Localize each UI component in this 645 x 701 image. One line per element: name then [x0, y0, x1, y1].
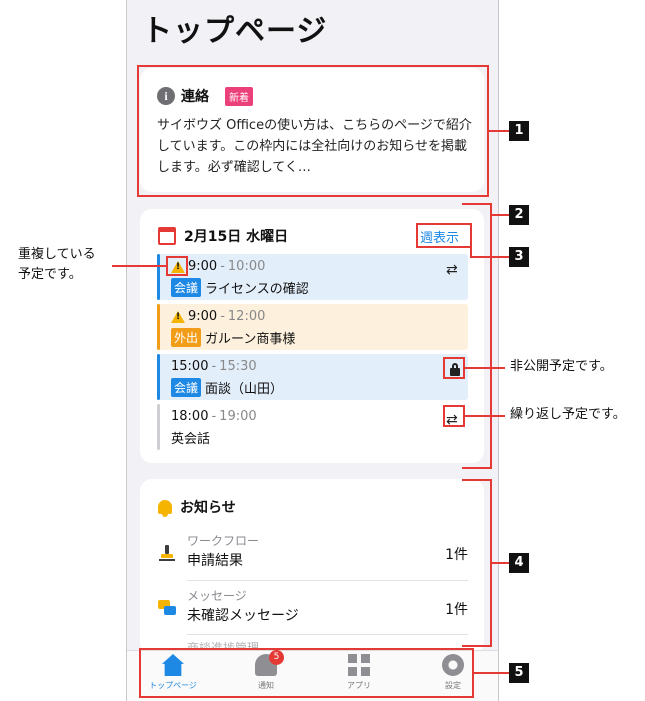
event-category: 会議: [171, 278, 202, 297]
schedule-date-row: 2月15日 水曜日: [158, 226, 288, 246]
schedule-event[interactable]: 18:00 - 19:00 英会話 ⇄: [157, 404, 468, 450]
schedule-event[interactable]: 9:00 - 10:00 会議 ライセンスの確認 ⇄: [157, 254, 468, 300]
event-title-row: 会議 面談（山田）: [171, 378, 283, 397]
event-title-row: 会議 ライセンスの確認: [171, 278, 309, 297]
callout-duplicate-line2: 予定です。: [18, 267, 82, 282]
event-start: 18:00: [171, 409, 209, 424]
annotation-line: [465, 367, 505, 369]
event-end: 19:00: [219, 409, 257, 424]
event-dash: -: [211, 409, 217, 424]
event-category: 外出: [171, 328, 202, 347]
annotation-line: [470, 245, 472, 258]
annotation-number-3: 3: [509, 247, 529, 267]
workflow-stamp-icon: [159, 545, 175, 561]
divider: [187, 580, 468, 581]
annotation-number-5: 5: [509, 663, 529, 683]
event-color-bar: [157, 254, 160, 300]
event-title: ライセンスの確認: [205, 282, 309, 297]
event-start: 9:00: [188, 309, 218, 324]
callout-duplicate-line1: 重複している: [18, 247, 96, 262]
announcement-category: メッセージ: [187, 589, 247, 603]
event-title-row: 外出 ガルーン商事様: [171, 328, 295, 347]
annotation-box-3: [416, 223, 472, 248]
event-end: 10:00: [227, 259, 266, 274]
repeat-icon: ⇄: [446, 262, 458, 278]
announcement-item[interactable]: メッセージ 未確認メッセージ 1件: [158, 585, 468, 633]
event-color-bar: [157, 354, 160, 400]
message-icon: [158, 600, 176, 615]
annotation-line: [465, 415, 505, 417]
annotation-box-duplicate: [166, 256, 188, 276]
annotation-number-4: 4: [509, 553, 529, 573]
schedule-event[interactable]: 9:00 - 12:00 外出 ガルーン商事様: [157, 304, 468, 350]
annotation-number-1: 1: [509, 121, 529, 141]
event-color-bar: [157, 304, 160, 350]
announcement-count: 1件: [445, 602, 468, 618]
event-title-row: 英会話: [171, 428, 210, 447]
callout-private: 非公開予定です。: [510, 359, 613, 374]
event-time: 18:00 - 19:00: [171, 409, 257, 424]
event-start: 15:00: [171, 359, 209, 374]
divider: [187, 634, 468, 635]
event-time: 9:00 - 12:00: [171, 309, 265, 324]
event-title: 面談（山田）: [205, 382, 284, 397]
event-category: 会議: [171, 378, 202, 397]
announcement-label: 申請結果: [187, 553, 243, 569]
event-dash: -: [220, 309, 225, 324]
callout-repeat: 繰り返し予定です。: [510, 407, 626, 422]
annotation-box-repeat: [443, 405, 465, 427]
event-dash: -: [211, 359, 217, 374]
announcements-title: お知らせ: [180, 500, 236, 516]
page-title: トップページ: [142, 14, 328, 49]
annotation-bracket-bottom: [462, 645, 492, 647]
event-start: 9:00: [188, 259, 218, 274]
annotation-bracket-bottom: [462, 467, 492, 469]
event-title: ガルーン商事様: [205, 332, 296, 347]
bell-icon: [158, 500, 172, 517]
event-time: 15:00 - 15:30: [171, 359, 257, 374]
annotation-number-2: 2: [509, 205, 529, 225]
announcements-header: お知らせ: [158, 497, 236, 517]
annotation-bracket-side: [490, 203, 492, 469]
event-end: 12:00: [227, 309, 266, 324]
annotation-line: [489, 130, 509, 132]
schedule-date: 2月15日 水曜日: [184, 229, 289, 245]
annotation-line: [472, 256, 509, 258]
announcement-label: 未確認メッセージ: [187, 608, 299, 624]
schedule-event[interactable]: 15:00 - 15:30 会議 面談（山田）: [157, 354, 468, 400]
annotation-box-5: [139, 648, 474, 698]
annotation-box-private: [443, 357, 465, 379]
annotation-line: [492, 562, 509, 564]
announcement-count: 1件: [445, 547, 468, 563]
annotation-line: [492, 214, 509, 216]
event-dash: -: [220, 259, 225, 274]
annotation-bracket-top: [462, 203, 492, 205]
event-title: 英会話: [171, 432, 211, 447]
annotation-line: [112, 265, 166, 267]
event-color-bar: [157, 404, 160, 450]
annotation-box-1: [137, 65, 489, 197]
announcement-category: ワークフロー: [187, 534, 260, 548]
annotation-line: [474, 672, 509, 674]
event-end: 15:30: [219, 359, 257, 374]
annotation-bracket-top: [462, 479, 492, 481]
warning-icon: [171, 310, 185, 323]
calendar-icon: [158, 227, 176, 245]
announcement-item[interactable]: ワークフロー 申請結果 1件: [158, 530, 468, 578]
